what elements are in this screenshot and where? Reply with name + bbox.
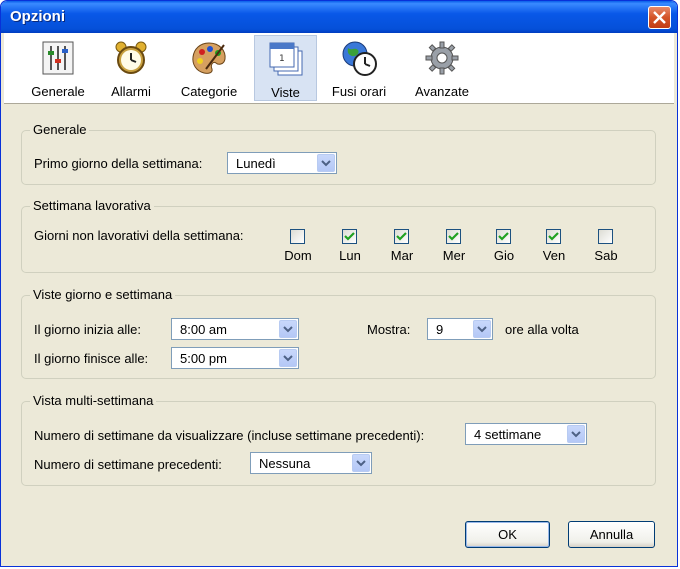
sliders-icon [42, 41, 74, 75]
checkbox-ven[interactable] [546, 229, 561, 244]
title-bar[interactable]: Opzioni [1, 1, 677, 33]
chevron-down-icon [283, 355, 293, 362]
group-legend: Generale [30, 122, 90, 137]
checkbox-sab[interactable] [598, 229, 613, 244]
cancel-button[interactable]: Annulla [568, 521, 655, 548]
dropdown-button[interactable] [473, 320, 491, 338]
dropdown-button[interactable] [279, 349, 297, 367]
checkbox-gio[interactable] [496, 229, 511, 244]
options-dialog: Opzioni Generale Allarmi Categorie 1 Vis… [0, 0, 678, 567]
tab-generale[interactable]: Generale [20, 35, 96, 101]
day-label-sab: Sab [594, 248, 618, 263]
tab-viste[interactable]: 1 Viste [254, 35, 317, 101]
chevron-down-icon [477, 326, 487, 333]
checkmark-icon [548, 232, 559, 241]
show-hours-value: 9 [436, 322, 444, 337]
gear-icon [425, 41, 459, 75]
first-day-select[interactable]: Lunedì [227, 152, 337, 174]
tab-categorie[interactable]: Categorie [166, 35, 252, 101]
dropdown-button[interactable] [317, 154, 335, 172]
end-time-label: Il giorno finisce alle: [34, 351, 149, 366]
day-label-mar: Mar [390, 248, 414, 263]
group-settimana-lavorativa: Settimana lavorativa Giorni non lavorati… [21, 198, 656, 273]
start-time-label: Il giorno inizia alle: [34, 322, 141, 337]
previous-weeks-select[interactable]: Nessuna [250, 452, 372, 474]
group-legend: Vista multi-settimana [30, 393, 157, 408]
start-time-select[interactable]: 8:00 am [171, 318, 299, 340]
tab-allarmi[interactable]: Allarmi [99, 35, 163, 101]
dropdown-button[interactable] [567, 425, 585, 443]
close-button[interactable] [648, 6, 671, 29]
alarm-clock-icon [115, 41, 147, 74]
day-label-gio: Gio [493, 248, 515, 263]
end-time-select[interactable]: 5:00 pm [171, 347, 299, 369]
tab-label: Categorie [180, 84, 238, 99]
window-title: Opzioni [10, 8, 65, 25]
checkmark-icon [344, 232, 355, 241]
days-off-label: Giorni non lavorativi della settimana: [34, 228, 244, 243]
options-toolbar: Generale Allarmi Categorie 1 Viste Fusi … [4, 33, 674, 104]
weeks-to-show-label: Numero di settimane da visualizzare (inc… [34, 428, 425, 443]
group-vista-multi-settimana: Vista multi-settimana Numero di settiman… [21, 393, 656, 486]
show-hours-select[interactable]: 9 [427, 318, 493, 340]
tab-avanzate[interactable]: Avanzate [404, 35, 480, 101]
group-viste-giorno-settimana: Viste giorno e settimana Il giorno inizi… [21, 287, 656, 379]
first-day-value: Lunedì [236, 156, 276, 171]
ok-button[interactable]: OK [465, 521, 550, 548]
first-day-label: Primo giorno della settimana: [34, 156, 203, 171]
chevron-down-icon [283, 326, 293, 333]
checkbox-dom[interactable] [290, 229, 305, 244]
checkmark-icon [498, 232, 509, 241]
day-label-ven: Ven [542, 248, 566, 263]
chevron-down-icon [356, 460, 366, 467]
show-hours-suffix: ore alla volta [505, 322, 579, 337]
chevron-down-icon [321, 160, 331, 167]
group-legend: Viste giorno e settimana [30, 287, 176, 302]
day-label-lun: Lun [339, 248, 361, 263]
checkbox-lun[interactable] [342, 229, 357, 244]
chevron-down-icon [571, 431, 581, 438]
weeks-to-show-select[interactable]: 4 settimane [465, 423, 587, 445]
day-label-mer: Mer [442, 248, 466, 263]
checkmark-icon [448, 232, 459, 241]
day-label-dom: Dom [284, 248, 312, 263]
svg-text:1: 1 [279, 54, 285, 64]
tab-label: Fusi orari [331, 84, 387, 99]
dropdown-button[interactable] [352, 454, 370, 472]
tab-fusi-orari[interactable]: Fusi orari [322, 35, 396, 101]
group-legend: Settimana lavorativa [30, 198, 154, 213]
calendar-pages-icon: 1 [269, 42, 302, 76]
tab-label: Avanzate [415, 84, 469, 99]
dropdown-button[interactable] [279, 320, 297, 338]
globe-clock-icon [342, 41, 377, 76]
tab-label: Allarmi [111, 84, 151, 99]
show-hours-label: Mostra: [367, 322, 411, 337]
start-time-value: 8:00 am [180, 322, 227, 337]
end-time-value: 5:00 pm [180, 351, 227, 366]
previous-weeks-value: Nessuna [259, 456, 311, 471]
checkbox-mar[interactable] [394, 229, 409, 244]
palette-icon [192, 42, 226, 74]
previous-weeks-label: Numero di settimane precedenti: [34, 457, 222, 472]
tab-label: Viste [271, 85, 300, 100]
checkbox-mer[interactable] [446, 229, 461, 244]
tab-label: Generale [31, 84, 85, 99]
group-generale: Generale Primo giorno della settimana: L… [21, 122, 656, 185]
weeks-to-show-value: 4 settimane [474, 427, 542, 442]
close-icon [653, 11, 666, 24]
checkmark-icon [396, 232, 407, 241]
